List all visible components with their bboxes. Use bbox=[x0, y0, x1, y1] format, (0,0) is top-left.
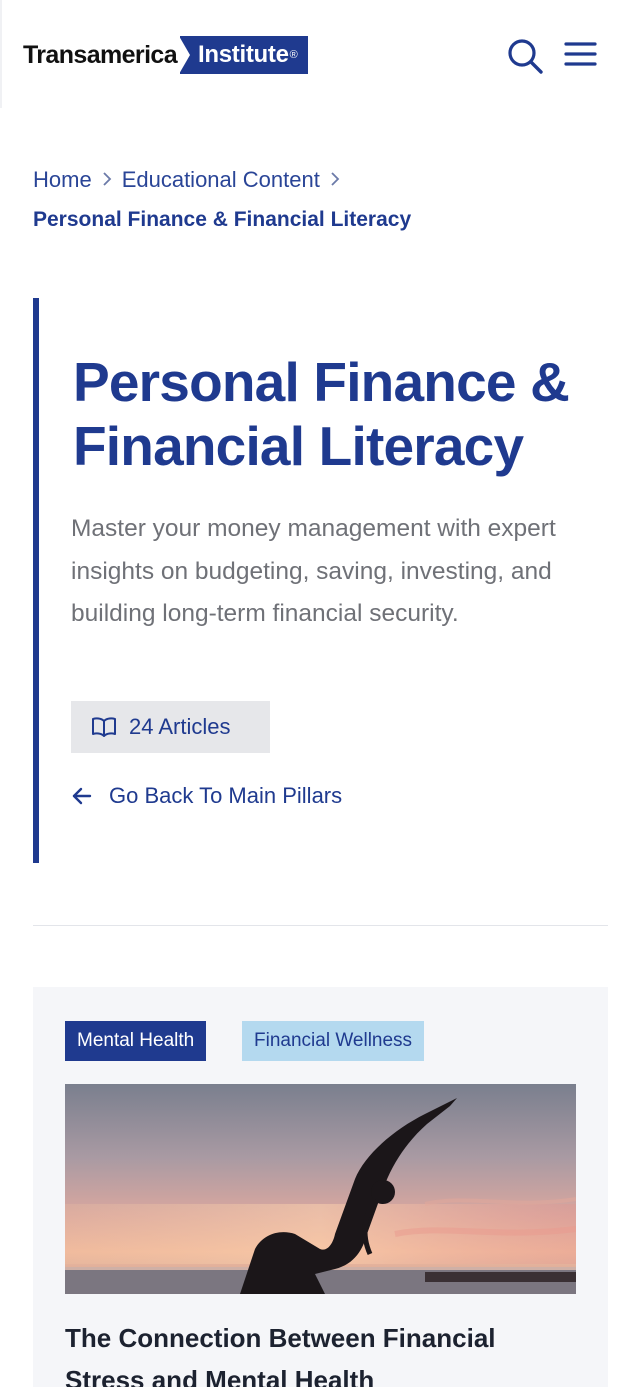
tag-financial-wellness[interactable]: Financial Wellness bbox=[242, 1021, 425, 1061]
yoga-silhouette-sunset-image bbox=[65, 1084, 576, 1294]
back-to-main-pillars-link[interactable]: Go Back To Main Pillars bbox=[71, 780, 342, 812]
logo-registered-mark: ® bbox=[289, 49, 298, 61]
logo-wordmark: Transamerica bbox=[23, 40, 178, 69]
pillar-hero: Personal Finance & Financial Literacy Ma… bbox=[33, 298, 608, 863]
article-image[interactable] bbox=[65, 1084, 576, 1294]
article-count-badge: 24 Articles bbox=[71, 701, 270, 753]
transamerica-institute-logo[interactable]: Transamerica Institute ® bbox=[23, 36, 308, 74]
open-book-icon bbox=[92, 717, 116, 737]
page-description: Master your money management with expert… bbox=[71, 515, 556, 627]
header-edge bbox=[0, 0, 2, 108]
logo-badge: Institute ® bbox=[179, 36, 308, 74]
chevron-right-icon bbox=[320, 167, 350, 193]
back-link-label: Go Back To Main Pillars bbox=[109, 783, 343, 808]
article-count-label: 24 Articles bbox=[129, 714, 231, 739]
page-title: Personal Finance & Financial Literacy bbox=[73, 351, 570, 477]
article-title[interactable]: The Connection Between Financial Stress … bbox=[65, 1317, 576, 1387]
breadcrumb-educational-content-link[interactable]: Educational Content bbox=[122, 167, 320, 193]
breadcrumb: Home Educational Content Personal Financ… bbox=[33, 164, 613, 232]
breadcrumb-home-link[interactable]: Home bbox=[33, 167, 92, 193]
site-header: Transamerica Institute ® bbox=[0, 0, 641, 108]
breadcrumb-row: Home Educational Content bbox=[33, 164, 613, 196]
search-button[interactable] bbox=[505, 36, 545, 76]
breadcrumb-current-page: Personal Finance & Financial Literacy bbox=[33, 208, 412, 231]
chevron-right-icon bbox=[92, 167, 122, 193]
article-card[interactable]: Mental Health Financial Wellness The Con… bbox=[33, 987, 608, 1387]
tag-mental-health[interactable]: Mental Health bbox=[65, 1021, 207, 1061]
menu-button[interactable] bbox=[562, 36, 600, 74]
search-icon bbox=[508, 39, 543, 74]
logo-badge-text: Institute bbox=[198, 41, 289, 68]
hamburger-menu-icon bbox=[564, 42, 597, 66]
section-divider bbox=[33, 925, 608, 926]
arrow-left-icon bbox=[72, 787, 92, 805]
